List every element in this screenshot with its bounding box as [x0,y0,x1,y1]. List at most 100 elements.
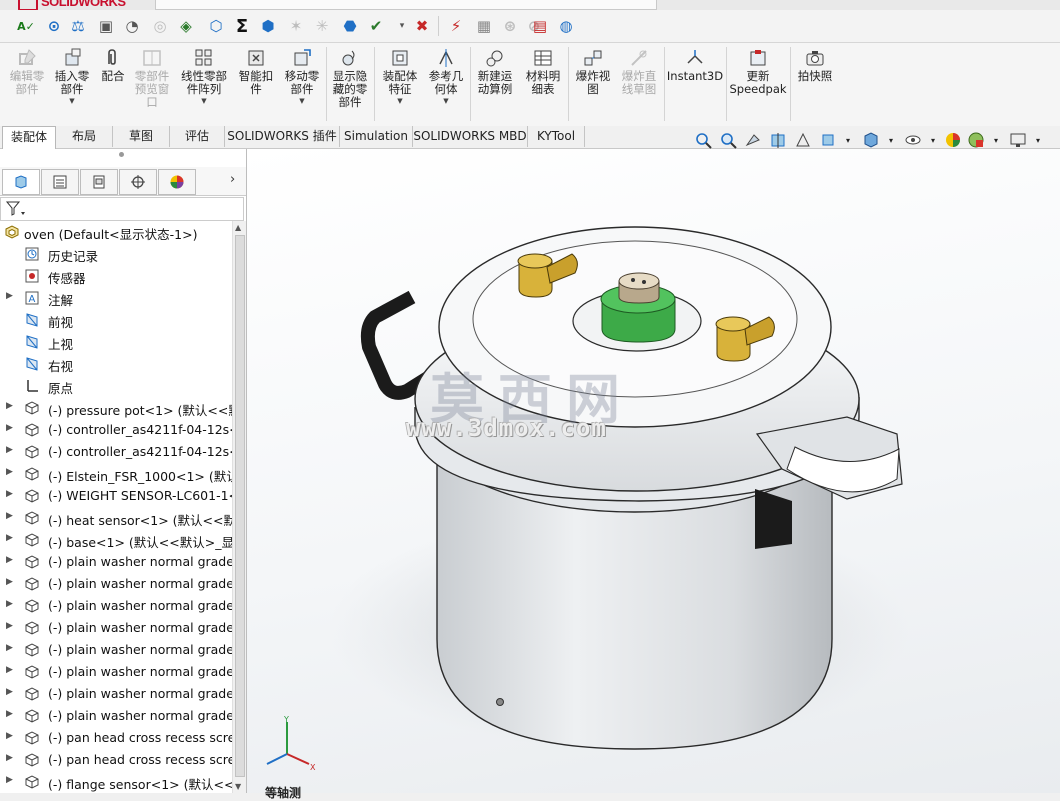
tree-item-component[interactable]: ▶ (-) plain washer normal grade a [0,639,232,661]
tree-item-plane[interactable]: 右视 [0,353,232,375]
tree-item-component[interactable]: ▶ (-) plain washer normal grade a [0,551,232,573]
tab-assembly[interactable]: 装配体 [2,126,56,149]
tree-item-component[interactable]: ▶ (-) pressure pot<1> (默认<<默认 [0,397,232,419]
compare-icon[interactable]: ✶ [286,16,306,36]
dropdown-arrow-icon[interactable]: ▼ [299,97,304,105]
scroll-up-icon[interactable]: ▲ [235,223,241,232]
smart-fasteners-button[interactable]: 智能扣 件 [236,47,276,96]
show-hidden-components-button[interactable]: 显示隐 藏的零 部件 [330,47,370,109]
expand-arrow-icon[interactable]: ▶ [6,709,13,719]
expand-arrow-icon[interactable]: ▶ [6,401,13,411]
tree-item-plane[interactable]: 前视 [0,309,232,331]
update-speedpak-button[interactable]: 更新 Speedpak [729,47,787,96]
tree-item-history[interactable]: 历史记录 [0,243,232,265]
draft-analysis-icon[interactable]: ⊛ [500,16,520,36]
bill-of-materials-button[interactable]: 材料明 细表 [522,47,564,96]
sensor-tool-icon[interactable]: ◔ [122,16,142,36]
scroll-down-icon[interactable]: ▼ [235,782,241,791]
scroll-thumb[interactable] [235,235,245,777]
dropdown-arrow-icon[interactable]: ▾ [881,130,901,150]
exploded-view-button[interactable]: 爆炸视 图 [572,47,614,96]
dropdown-arrow-icon[interactable]: ▾ [986,130,1006,150]
tab-simulation[interactable]: Simulation [340,126,413,147]
previous-view-icon[interactable] [743,130,763,150]
tree-item-plane[interactable]: 上视 [0,331,232,353]
rebuild-icon[interactable]: ⬣ [340,16,360,36]
interference-check-icon[interactable]: ◈ [176,16,196,36]
tab-solidworks-addins[interactable]: SOLIDWORKS 插件 [225,126,340,147]
tree-item-component[interactable]: ▶ (-) controller_as4211f-04-12s<1 [0,419,232,441]
expand-arrow-icon[interactable]: ▶ [6,445,13,455]
globe-icon[interactable]: ◍ [556,16,576,36]
new-motion-study-button[interactable]: 新建运 动算例 [474,47,516,96]
section-properties-icon[interactable]: ▣ [96,16,116,36]
tree-root-assembly[interactable]: oven (Default<显示状态-1>) [0,221,232,243]
tree-item-component[interactable]: ▶ (-) heat sensor<1> (默认<<默认 [0,507,232,529]
dynamic-annotation-icon[interactable] [793,130,813,150]
tree-item-component[interactable]: ▶ (-) plain washer normal grade a [0,573,232,595]
tree-item-component[interactable]: ▶ (-) flange sensor<1> (默认<<默 [0,771,232,793]
equations-icon[interactable]: ⬢ [258,16,278,36]
display-style-icon[interactable] [861,130,881,150]
thickness-icon[interactable]: ▦ [474,16,494,36]
expand-arrow-icon[interactable]: ▶ [6,423,13,433]
chevron-right-icon[interactable]: › [230,172,235,187]
expand-arrow-icon[interactable]: ▶ [6,753,13,763]
sum-icon[interactable]: Σ [232,16,252,37]
tab-layout[interactable]: 布局 [56,126,113,147]
expand-arrow-icon[interactable]: ▶ [6,291,13,301]
dropdown-arrow-icon[interactable]: ▾ [838,130,858,150]
tree-item-component[interactable]: ▶ (-) pan head cross recess screw [0,727,232,749]
tab-sketch[interactable]: 草图 [113,126,170,147]
tab-kytool[interactable]: KYTool [528,126,585,147]
expand-arrow-icon[interactable]: ▶ [6,511,13,521]
expand-arrow-icon[interactable]: ▶ [6,731,13,741]
dropdown-arrow-icon[interactable]: ▼ [201,97,206,105]
tree-item-component[interactable]: ▶ (-) plain washer normal grade a [0,705,232,727]
tree-filter[interactable] [0,197,244,221]
take-snapshot-button[interactable]: 拍快照 [794,47,836,83]
view-orientation-icon[interactable] [818,130,838,150]
display-manager-tab[interactable] [158,169,196,195]
expand-arrow-icon[interactable]: ▶ [6,533,13,543]
edit-component-button[interactable]: 编辑零 部件 [8,47,46,96]
tree-item-component[interactable]: ▶ (-) pan head cross recess screw [0,749,232,771]
property-manager-tab[interactable] [41,169,79,195]
tree-item-component[interactable]: ▶ (-) WEIGHT SENSOR-LC601-1<1 [0,485,232,507]
tree-item-component[interactable]: ▶ (-) controller_as4211f-04-12s<2 [0,441,232,463]
tree-item-sensor[interactable]: 传感器 [0,265,232,287]
tree-item-component[interactable]: ▶ (-) plain washer normal grade a [0,661,232,683]
apply-scene-icon[interactable] [966,130,986,150]
expand-arrow-icon[interactable]: ▶ [6,665,13,675]
dropdown-arrow-icon[interactable]: ▾ [392,16,412,36]
view-settings-icon[interactable] [1008,130,1028,150]
pressure-cooker-model[interactable] [247,149,1060,793]
tree-item-component[interactable]: ▶ (-) plain washer normal grade a [0,683,232,705]
zoom-to-fit-icon[interactable] [693,130,713,150]
expand-arrow-icon[interactable]: ▶ [6,489,13,499]
dropdown-arrow-icon[interactable]: ▼ [397,97,402,105]
linear-pattern-button[interactable]: 线性零部 件阵列 ▼ [176,47,232,105]
expand-arrow-icon[interactable]: ▶ [6,555,13,565]
mate-button[interactable]: 配合 [98,47,128,83]
expand-arrow-icon[interactable]: ▶ [6,577,13,587]
section-view-icon[interactable] [768,130,788,150]
explode-line-sketch-button[interactable]: 爆炸直 线草图 [618,47,660,96]
check-icon[interactable]: ✔ [366,16,386,36]
assembly-features-button[interactable]: 装配体 特征 ▼ [378,47,422,105]
expand-arrow-icon[interactable]: ▶ [6,643,13,653]
analysis-icon[interactable]: ⚡ [446,16,466,36]
expand-arrow-icon[interactable]: ▶ [6,775,13,785]
zoom-area-icon[interactable] [718,130,738,150]
spell-check-icon[interactable]: A✓ [16,16,36,36]
expand-arrow-icon[interactable]: ▶ [6,621,13,631]
tree-item-annotation[interactable]: ▶ A 注解 [0,287,232,309]
tree-scrollbar[interactable]: ▲ ▼ [232,221,246,793]
dropdown-arrow-icon[interactable]: ▼ [69,97,74,105]
measure-icon[interactable]: ⊙ [44,16,64,36]
tree-item-component[interactable]: ▶ (-) plain washer normal grade a [0,595,232,617]
dropdown-arrow-icon[interactable]: ▾ [1028,130,1048,150]
symmetry-icon[interactable]: ✳ [312,16,332,36]
expand-arrow-icon[interactable]: ▶ [6,467,13,477]
instant3d-button[interactable]: Instant3D [667,47,723,83]
